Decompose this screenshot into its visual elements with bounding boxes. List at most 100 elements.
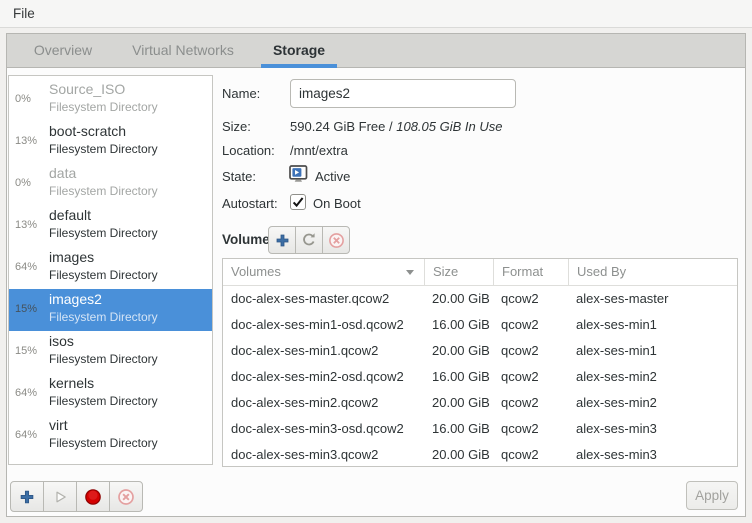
pool-name: isos [49,333,74,349]
volumes-table-header: Volumes Size Format Used By [223,259,737,286]
pool-usage-percent: 64% [15,387,49,399]
play-icon [52,489,68,505]
storage-pool-list: 0% Source_ISO Filesystem Directory 13% b… [8,75,213,465]
size-value: 590.24 GiB Free / 108.05 GiB In Use [290,119,502,134]
add-volume-button[interactable] [268,226,296,254]
autostart-checkbox[interactable] [290,194,306,210]
pool-type: Filesystem Directory [49,310,158,324]
pool-type: Filesystem Directory [49,226,158,240]
volume-format-cell: qcow2 [493,338,568,364]
pool-item-images[interactable]: 64% images Filesystem Directory [9,247,212,289]
volume-used-by-cell: alex-ses-master [568,286,737,312]
autostart-label: Autostart: [222,196,278,211]
column-header-used-by[interactable]: Used By [568,259,737,285]
pool-item-default[interactable]: 13% default Filesystem Directory [9,205,212,247]
volume-size-cell: 20.00 GiB [424,338,493,364]
volume-name-cell: doc-alex-ses-min3-osd.qcow2 [223,416,424,442]
tab-overview[interactable]: Overview [21,34,105,68]
column-header-format[interactable]: Format [493,259,568,285]
location-label: Location: [222,143,275,158]
stop-pool-button[interactable] [76,481,110,512]
pool-name: images2 [49,291,102,307]
volume-format-cell: qcow2 [493,442,568,467]
tab-virtual-networks[interactable]: Virtual Networks [115,34,251,68]
menubar: File [0,0,752,28]
pool-name: images [49,249,94,265]
volume-format-cell: qcow2 [493,312,568,338]
volume-used-by-cell: alex-ses-min3 [568,442,737,467]
pool-item-kernels[interactable]: 64% kernels Filesystem Directory [9,373,212,415]
pool-usage-percent: 13% [15,219,49,231]
pool-item-isos[interactable]: 15% isos Filesystem Directory [9,331,212,373]
volume-used-by-cell: alex-ses-min2 [568,390,737,416]
table-row[interactable]: doc-alex-ses-min2.qcow2 20.00 GiB qcow2 … [223,390,737,416]
pool-name-input[interactable] [290,79,516,108]
delete-pool-button[interactable] [109,481,143,512]
pool-item-boot-scratch[interactable]: 13% boot-scratch Filesystem Directory [9,121,212,163]
pool-type: Filesystem Directory [49,142,158,156]
pool-usage-percent: 64% [15,429,49,441]
size-used-text: 108.05 GiB In Use [396,119,502,134]
volume-name-cell: doc-alex-ses-master.qcow2 [223,286,424,312]
name-label: Name: [222,86,260,101]
delete-icon [328,232,345,249]
pool-item-images2[interactable]: 15% images2 Filesystem Directory [9,289,212,331]
refresh-volumes-button[interactable] [295,226,323,254]
monitor-play-icon [289,165,310,184]
table-row[interactable]: doc-alex-ses-min2-osd.qcow2 16.00 GiB qc… [223,364,737,390]
pool-name: Source_ISO [49,81,125,97]
column-header-size[interactable]: Size [424,259,493,285]
pool-type: Filesystem Directory [49,394,158,408]
volume-name-cell: doc-alex-ses-min3.qcow2 [223,442,424,467]
start-pool-button[interactable] [43,481,77,512]
volume-size-cell: 20.00 GiB [424,286,493,312]
add-pool-button[interactable] [10,481,44,512]
state-value: Active [315,169,350,184]
pool-usage-percent: 15% [15,303,49,315]
size-free-text: 590.24 GiB Free / [290,119,396,134]
table-row[interactable]: doc-alex-ses-master.qcow2 20.00 GiB qcow… [223,286,737,312]
pool-toolbar [10,481,143,512]
volume-size-cell: 16.00 GiB [424,364,493,390]
pool-item-virt[interactable]: 64% virt Filesystem Directory [9,415,212,457]
pool-type: Filesystem Directory [49,436,158,450]
volume-name-cell: doc-alex-ses-min1.qcow2 [223,338,424,364]
file-menu[interactable]: File [4,0,44,27]
tab-strip: Overview Virtual Networks Storage [7,34,745,68]
pool-name: data [49,165,76,181]
pool-name: kernels [49,375,94,391]
size-label: Size: [222,119,251,134]
column-header-label: Volumes [231,264,281,279]
pool-usage-percent: 15% [15,345,49,357]
volume-format-cell: qcow2 [493,286,568,312]
volumes-toolbar [268,226,350,254]
connection-details-window: File Overview Virtual Networks Storage 0… [0,0,752,523]
checkmark-icon [292,196,304,208]
refresh-icon [301,232,317,248]
table-row[interactable]: doc-alex-ses-min1-osd.qcow2 16.00 GiB qc… [223,312,737,338]
delete-volume-button[interactable] [322,226,350,254]
volume-size-cell: 16.00 GiB [424,312,493,338]
volume-format-cell: qcow2 [493,416,568,442]
pool-name: virt [49,417,68,433]
volume-used-by-cell: alex-ses-min1 [568,338,737,364]
pool-type: Filesystem Directory [49,268,158,282]
delete-icon [117,488,135,506]
pool-type: Filesystem Directory [49,100,158,114]
pool-usage-percent: 0% [15,93,49,105]
pool-type: Filesystem Directory [49,184,158,198]
pool-name: default [49,207,91,223]
state-label: State: [222,169,256,184]
table-row[interactable]: doc-alex-ses-min3.qcow2 20.00 GiB qcow2 … [223,442,737,467]
volume-name-cell: doc-alex-ses-min2.qcow2 [223,390,424,416]
pool-type: Filesystem Directory [49,352,158,366]
tab-storage[interactable]: Storage [261,34,337,68]
table-row[interactable]: doc-alex-ses-min3-osd.qcow2 16.00 GiB qc… [223,416,737,442]
pool-item-source-iso[interactable]: 0% Source_ISO Filesystem Directory [9,79,212,121]
pool-usage-percent: 64% [15,261,49,273]
pool-item-data[interactable]: 0% data Filesystem Directory [9,163,212,205]
table-row[interactable]: doc-alex-ses-min1.qcow2 20.00 GiB qcow2 … [223,338,737,364]
column-header-volumes[interactable]: Volumes [223,259,424,285]
apply-button[interactable]: Apply [686,481,738,510]
volume-format-cell: qcow2 [493,390,568,416]
